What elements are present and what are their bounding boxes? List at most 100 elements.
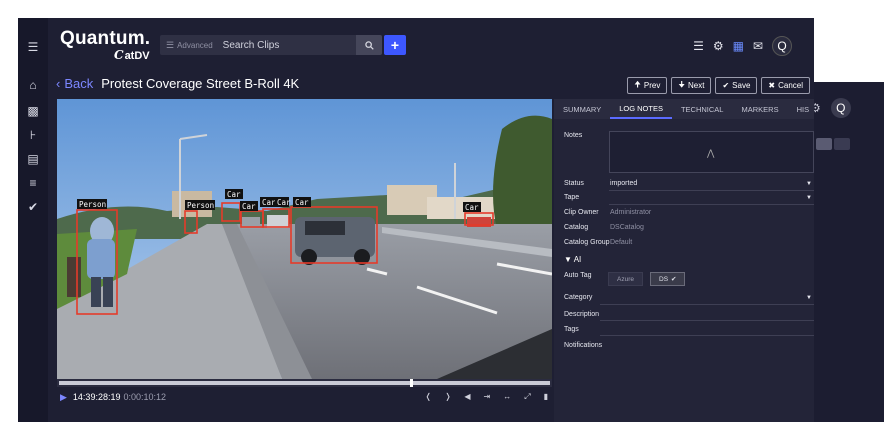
catalog-value: DSCatalog	[610, 224, 644, 231]
hamburger-menu-icon[interactable]: ☰	[26, 40, 40, 54]
breadcrumb: ‹ Back Protest Coverage Street B-Roll 4K	[56, 76, 299, 91]
tab-log-notes[interactable]: LOG NOTES	[610, 99, 672, 119]
screenshot-stage: ▾ ⚙ Q ☰ ⌂ ▩ ⊦ ▤ ≡ ✔ Quantum. CatDV ☰	[0, 0, 884, 422]
check-icon: ✔	[722, 81, 730, 90]
detection-label: Car	[277, 198, 291, 207]
chat-icon[interactable]: ✉	[753, 39, 763, 53]
tree-icon[interactable]: ⊦	[26, 128, 40, 142]
chevron-down-icon[interactable]: ▼	[806, 195, 812, 201]
list-view-icon[interactable]	[834, 138, 850, 150]
clip-owner-label: Clip Owner	[564, 209, 599, 216]
ds-tag-button[interactable]: DS ✔	[650, 272, 686, 286]
advanced-search-toggle[interactable]: ☰ Advanced	[166, 40, 213, 51]
video-frame: Person Person Car Car Car Car Car Car	[57, 99, 552, 379]
car	[267, 215, 289, 228]
list-icon[interactable]: ≡	[26, 176, 40, 190]
brand-logo: Quantum.	[60, 28, 151, 49]
azure-tag-button[interactable]: Azure	[608, 272, 643, 286]
detection-label: Car	[227, 190, 241, 199]
detection-label: Car	[242, 202, 256, 211]
mark-out-icon[interactable]: ❭	[445, 392, 452, 402]
search-input[interactable]: Search Clips	[223, 40, 280, 51]
auto-tag-label: Auto Tag	[564, 272, 592, 279]
check-circle-icon[interactable]: ✔	[26, 200, 40, 214]
building	[427, 197, 497, 219]
fullscreen-icon[interactable]: ⤢	[524, 392, 530, 402]
step-forward-icon[interactable]: ⇥	[483, 392, 490, 402]
detection-label: Car	[465, 203, 479, 212]
arrow-up-icon: 🠉	[634, 79, 641, 89]
main-window: ☰ ⌂ ▩ ⊦ ▤ ≡ ✔ Quantum. CatDV ☰ Advanced …	[18, 18, 814, 422]
save-button[interactable]: ✔ Save	[715, 77, 758, 94]
calendar-icon[interactable]: ▦	[733, 39, 744, 53]
document-icon[interactable]: ▤	[26, 152, 40, 166]
trim-icon[interactable]: ↔	[503, 392, 511, 402]
add-button[interactable]: +	[384, 35, 406, 55]
play-icon[interactable]: ▶	[60, 392, 67, 403]
step-back-icon[interactable]: ◀	[464, 392, 470, 402]
notifications-label: Notifications	[564, 342, 603, 349]
category-select[interactable]	[600, 304, 814, 305]
audio-meter-icon[interactable]: ▮	[544, 392, 548, 402]
mark-in-icon[interactable]: ❬	[425, 392, 432, 402]
divider	[609, 190, 814, 191]
tags-field[interactable]	[600, 335, 814, 336]
catalog-group-label: Catalog Group	[564, 239, 610, 246]
next-button[interactable]: 🠋 Next	[671, 77, 712, 94]
detection-label: Car	[295, 198, 309, 207]
page-title: Protest Coverage Street B-Roll 4K	[101, 76, 300, 91]
view-toggle	[816, 138, 850, 150]
status-select[interactable]: imported	[610, 180, 637, 187]
gear-icon[interactable]: ⚙	[713, 39, 724, 53]
side-nav: ☰ ⌂ ▩ ⊦ ▤ ≡ ✔	[18, 18, 48, 422]
prev-button[interactable]: 🠉 Prev	[627, 77, 668, 94]
tape-select[interactable]	[609, 204, 814, 205]
tab-history[interactable]: HIS	[788, 99, 819, 119]
search-button[interactable]	[356, 35, 382, 55]
search-icon	[364, 40, 374, 50]
timeline-scrubber[interactable]	[57, 379, 552, 387]
menu-icon[interactable]: ☰	[693, 39, 704, 53]
check-icon: ✔	[671, 276, 677, 283]
video-player[interactable]: Person Person Car Car Car Car Car Car	[57, 99, 552, 379]
notes-textarea[interactable]: ⋀	[609, 131, 814, 173]
log-notes-panel: SUMMARY LOG NOTES TECHNICAL MARKERS HIS …	[554, 99, 814, 422]
tab-markers[interactable]: MARKERS	[732, 99, 787, 119]
top-right-toolbar: ☰ ⚙ ▦ ✉ Q	[693, 36, 792, 56]
briefcase-icon[interactable]: ▩	[26, 104, 40, 118]
dog	[67, 257, 81, 297]
person-figure	[91, 277, 101, 307]
description-field[interactable]	[600, 320, 814, 321]
clip-action-buttons: 🠉 Prev 🠋 Next ✔ Save ✖ Cancel	[627, 77, 810, 94]
avatar[interactable]: Q	[830, 98, 851, 118]
home-icon[interactable]: ⌂	[26, 78, 40, 92]
search-bar: ☰ Advanced Search Clips	[160, 35, 382, 55]
text-cursor-icon: ⋀	[707, 148, 715, 158]
position-readout: 0:00:10:12	[123, 392, 167, 402]
cancel-button[interactable]: ✖ Cancel	[761, 77, 810, 94]
caret-down-icon: ▼	[564, 255, 572, 264]
playhead[interactable]	[410, 379, 413, 387]
catalog-group-value: Default	[610, 239, 633, 246]
chevron-left-icon[interactable]: ‹	[56, 76, 60, 91]
chevron-down-icon[interactable]: ▼	[806, 295, 812, 301]
tab-summary[interactable]: SUMMARY	[554, 99, 610, 119]
tags-label: Tags	[564, 326, 579, 333]
sliders-icon: ☰	[166, 39, 175, 50]
transport-controls: ❬ ❭ ◀ ⇥ ↔ ⤢ ▮	[425, 392, 548, 402]
grid-view-icon[interactable]	[816, 138, 832, 150]
back-link[interactable]: Back	[64, 76, 93, 91]
detection-label: Car	[262, 198, 276, 207]
status-label: Status	[564, 180, 584, 187]
truck-window	[305, 221, 345, 235]
tab-technical[interactable]: TECHNICAL	[672, 99, 733, 119]
ai-section-heading[interactable]: ▼ AI	[564, 255, 581, 264]
detection-label: Person	[187, 201, 214, 210]
timecode: 14:39:28:19	[72, 392, 121, 402]
tape-label: Tape	[564, 194, 580, 201]
chevron-down-icon[interactable]: ▼	[806, 181, 812, 187]
clip-owner-value: Administrator	[610, 209, 652, 216]
catalog-label: Catalog	[564, 224, 589, 231]
tree	[493, 115, 552, 229]
avatar[interactable]: Q	[772, 36, 792, 56]
